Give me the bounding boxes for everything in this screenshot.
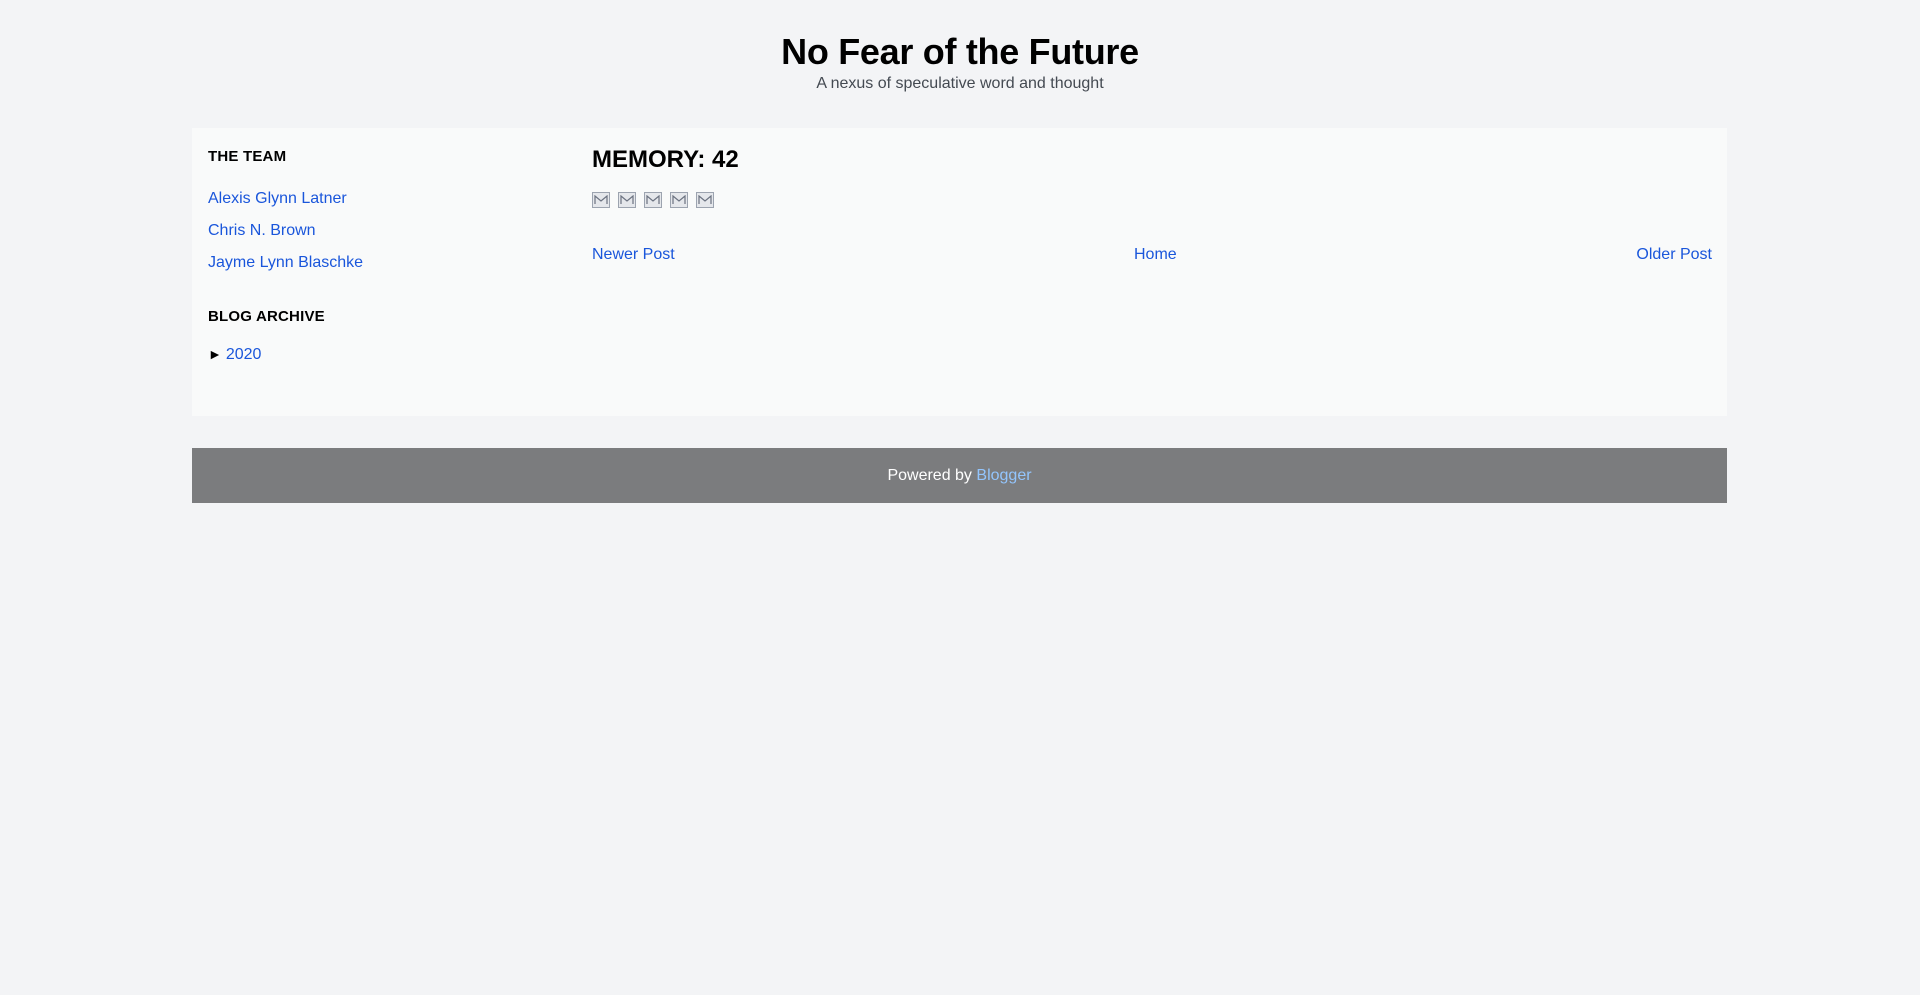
email-icon [672, 195, 686, 204]
site-description: A nexus of speculative word and thought [816, 75, 1104, 92]
share-email-icon[interactable] [696, 192, 714, 208]
share-buttons [592, 192, 714, 208]
team-member-link[interactable]: Alexis Glynn Latner [208, 183, 363, 215]
team-widget-title: THE TEAM [208, 148, 287, 165]
team-member-link[interactable]: Chris N. Brown [208, 215, 363, 247]
footer: Powered by Blogger [192, 448, 1727, 503]
older-post-link[interactable]: Older Post [1636, 246, 1712, 264]
share-email-icon[interactable] [670, 192, 688, 208]
email-icon [698, 195, 712, 204]
email-icon [646, 195, 660, 204]
site-title[interactable]: No Fear of the Future [0, 30, 1920, 74]
archive-widget-title: BLOG ARCHIVE [208, 308, 325, 325]
post-title: MEMORY: 42 [592, 146, 739, 173]
share-email-icon[interactable] [644, 192, 662, 208]
archive-toggle-icon[interactable]: ► [208, 346, 222, 362]
email-icon [594, 195, 608, 204]
email-icon [620, 195, 634, 204]
blog-header: No Fear of the Future A nexus of specula… [0, 30, 1920, 94]
share-email-icon[interactable] [592, 192, 610, 208]
share-email-icon[interactable] [618, 192, 636, 208]
content-area: THE TEAM Alexis Glynn Latner Chris N. Br… [192, 128, 1727, 416]
team-member-link[interactable]: Jayme Lynn Blaschke [208, 247, 363, 279]
archive-year-link[interactable]: 2020 [226, 346, 262, 363]
home-link[interactable]: Home [1134, 246, 1177, 264]
newer-post-link[interactable]: Newer Post [592, 246, 675, 264]
blogger-link[interactable]: Blogger [976, 467, 1031, 484]
post-navigation: Newer Post Home Older Post [592, 246, 1712, 270]
team-list: Alexis Glynn Latner Chris N. Brown Jayme… [208, 183, 363, 279]
archive-year-row: ► 2020 [208, 346, 261, 364]
footer-powered-by: Powered by [887, 467, 972, 484]
